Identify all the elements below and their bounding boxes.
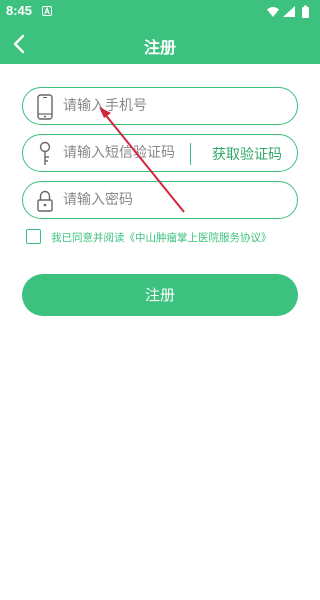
key-icon <box>39 141 51 165</box>
code-divider <box>190 143 191 165</box>
page-title: 注册 <box>143 38 176 57</box>
sms-code-field[interactable]: 获取验证码 <box>22 134 298 172</box>
title-bar: 注册 <box>0 24 320 64</box>
phone-input[interactable] <box>63 88 283 124</box>
register-button[interactable]: 注册 <box>22 274 298 316</box>
agreement-prefix: 我已同意并阅读 <box>51 232 125 244</box>
phone-field[interactable] <box>22 87 298 125</box>
agreement-link[interactable]: 《中山肿瘤掌上医院服务协议》 <box>125 232 272 244</box>
sms-code-input[interactable] <box>63 135 193 171</box>
battery-icon <box>302 5 309 18</box>
status-bar: 8:45 <box>0 0 320 24</box>
lock-icon <box>37 190 53 212</box>
a-letter-icon <box>42 6 52 16</box>
wifi-icon <box>267 7 279 17</box>
agreement-checkbox[interactable] <box>26 229 41 244</box>
signal-icon <box>283 6 295 17</box>
get-code-button[interactable]: 获取验证码 <box>199 144 295 164</box>
password-input[interactable] <box>63 182 283 218</box>
password-field[interactable] <box>22 181 298 219</box>
agreement-text: 我已同意并阅读《中山肿瘤掌上医院服务协议》 <box>51 230 272 245</box>
agreement-row: 我已同意并阅读《中山肿瘤掌上医院服务协议》 <box>26 228 316 246</box>
status-time: 8:45 <box>6 3 33 18</box>
phone-icon <box>37 94 53 120</box>
status-icons <box>267 5 309 18</box>
